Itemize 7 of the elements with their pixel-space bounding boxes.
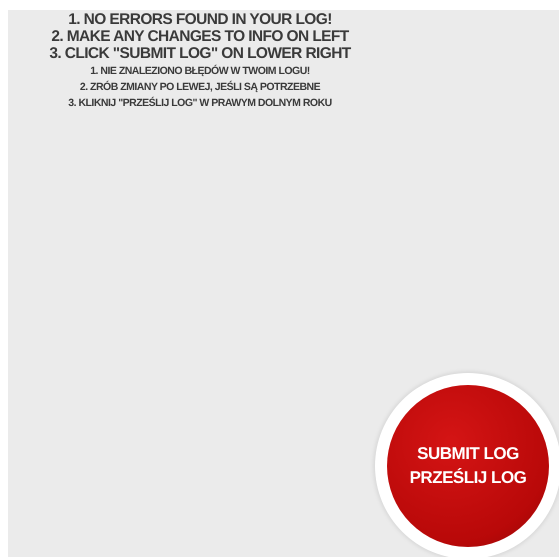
instruction-text: 3. CLICK "SUBMIT LOG" ON LOWER RIGHT bbox=[49, 45, 351, 62]
submit-log-button[interactable]: SUBMIT LOG PRZEŚLIJ LOG bbox=[387, 385, 549, 547]
instruction-text: 1. NO ERRORS FOUND IN YOUR LOG! bbox=[68, 11, 332, 28]
instruction-text: 3. KLIKNIJ "PRZEŚLIJ LOG" W PRAWYM DOLNYM ROKU bbox=[68, 96, 332, 111]
instruction-text: 2. ZRÓB ZMIANY PO LEWEJ, JEŚLI SĄ POTRZEBNE bbox=[80, 80, 320, 95]
instruction-text: 1. NIE ZNALEZIONO BŁĘDÓW W TWOIM LOGU! bbox=[90, 64, 310, 79]
instruction-text: 2. MAKE ANY CHANGES TO INFO ON LEFT bbox=[51, 28, 349, 45]
